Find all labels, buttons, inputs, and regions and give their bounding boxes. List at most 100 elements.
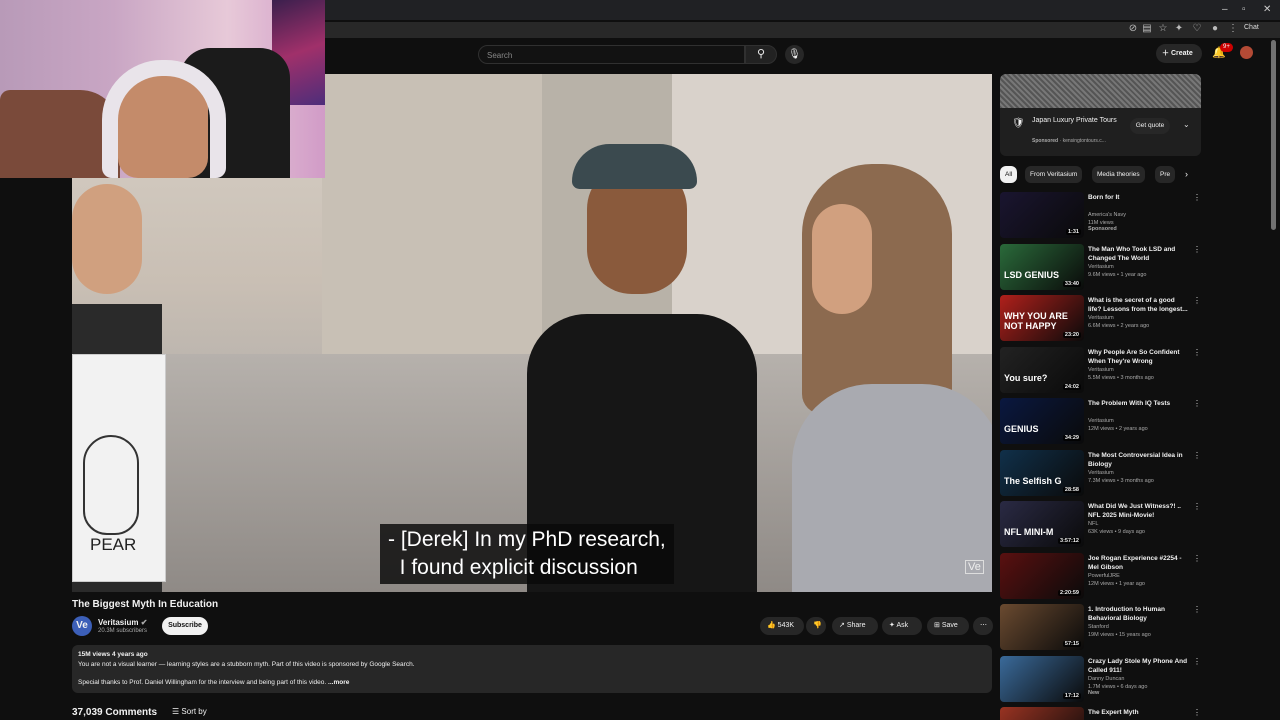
- recommendation-item[interactable]: GENIUS 34:29 The Problem With IQ Tests Veri…: [1000, 398, 1200, 446]
- recommendation-channel[interactable]: America's Navy: [1088, 212, 1126, 218]
- video-thumbnail[interactable]: You sure? 24:02: [1000, 346, 1084, 393]
- recommendation-channel[interactable]: Veritasium: [1088, 367, 1114, 373]
- chat-button[interactable]: Chat: [1244, 24, 1259, 31]
- recommendation-item[interactable]: 57:15 1. Introduction to Human Behavioral…: [1000, 604, 1200, 652]
- chevron-right-icon[interactable]: ›: [1185, 169, 1188, 179]
- recommendation-title[interactable]: Crazy Lady Stole My Phone And Called 911…: [1088, 657, 1188, 675]
- more-options-icon[interactable]: ⋮: [1193, 245, 1200, 254]
- recommendation-title[interactable]: Why People Are So Confident When They're…: [1088, 348, 1188, 366]
- more-options-icon[interactable]: ⋮: [1193, 502, 1200, 511]
- sidebar-ad[interactable]: 🛡 Japan Luxury Private Tours Sponsored ·…: [1000, 74, 1201, 156]
- comment-count: 37,039 Comments: [72, 707, 158, 718]
- chevron-down-icon[interactable]: ⌄: [1183, 120, 1190, 129]
- video-thumbnail[interactable]: WHY YOU ARE NOT HAPPY 23:20: [1000, 295, 1084, 341]
- recommendation-title[interactable]: What Did We Just Witness?! .. NFL 2025 M…: [1088, 502, 1188, 520]
- recommendation-title[interactable]: What is the secret of a good life? Lesso…: [1088, 296, 1188, 314]
- more-options-icon[interactable]: ⋮: [1193, 708, 1200, 717]
- recommendation-meta: 12M views • 1 year ago: [1088, 580, 1145, 587]
- video-thumbnail[interactable]: The Selfish G 28:58: [1000, 449, 1084, 496]
- recommendation-item[interactable]: WHY YOU ARE NOT HAPPY 23:20 What is the se…: [1000, 295, 1200, 343]
- create-button[interactable]: ＋ Create: [1156, 44, 1202, 63]
- chip-from-veritasium[interactable]: From Veritasium: [1025, 166, 1083, 183]
- recommendation-channel[interactable]: Veritasium: [1088, 470, 1114, 476]
- video-thumbnail[interactable]: GENIUS 34:29: [1000, 398, 1084, 444]
- recommendation-title[interactable]: The Man Who Took LSD and Changed The Wor…: [1088, 245, 1188, 263]
- more-options-icon[interactable]: ⋮: [1193, 605, 1200, 614]
- chip-media-theories[interactable]: Media theories: [1092, 166, 1145, 183]
- recommendation-channel[interactable]: Veritasium: [1088, 264, 1114, 270]
- show-more-link[interactable]: ...more: [328, 679, 349, 686]
- reader-icon[interactable]: ▤: [1140, 23, 1154, 34]
- channel-avatar[interactable]: Ve: [72, 616, 92, 636]
- recommendation-channel[interactable]: Veritasium: [1088, 418, 1114, 424]
- recommendation-title[interactable]: Born for It: [1088, 193, 1188, 202]
- video-thumbnail[interactable]: 17:12: [1000, 655, 1084, 702]
- scrollbar[interactable]: [1271, 40, 1276, 230]
- recommendation-title[interactable]: The Problem With IQ Tests: [1088, 399, 1188, 408]
- chip-more[interactable]: Pre: [1155, 166, 1176, 183]
- video-thumbnail[interactable]: 2:20:59: [1000, 552, 1084, 599]
- recommendation-item[interactable]: NFL MINI-M 3:57:12 What Did We Just Witnes…: [1000, 501, 1200, 549]
- sort-comments-button[interactable]: ☰ Sort by: [172, 707, 207, 716]
- recommendation-item[interactable]: You sure? 24:02 Why People Are So Confiden…: [1000, 346, 1200, 395]
- bookmark-icon[interactable]: ♡: [1190, 23, 1204, 34]
- account-avatar[interactable]: [1240, 46, 1253, 59]
- recommendation-title[interactable]: The Expert Myth: [1088, 708, 1188, 717]
- recommendation-item[interactable]: 17:12 Crazy Lady Stole My Phone And Calle…: [1000, 655, 1200, 704]
- subscribe-button[interactable]: Subscribe: [162, 617, 208, 635]
- recommendation-item[interactable]: 1:31 Born for It America's Navy 11M views Sp…: [1000, 192, 1200, 240]
- recommendation-title[interactable]: Joe Rogan Experience #2254 - Mel Gibson: [1088, 554, 1188, 572]
- recommendation-title[interactable]: 1. Introduction to Human Behavioral Biol…: [1088, 605, 1188, 623]
- video-thumbnail[interactable]: LSD GENIUS 33:40: [1000, 243, 1084, 290]
- recommendation-channel[interactable]: PowerfulJRE: [1088, 573, 1120, 579]
- recommendation-channel[interactable]: Stanford: [1088, 624, 1109, 630]
- more-options-icon[interactable]: ⋮: [1193, 554, 1200, 563]
- ask-button[interactable]: ✦ Ask: [882, 617, 922, 635]
- video-thumbnail[interactable]: NFL MINI-M 3:57:12: [1000, 501, 1084, 547]
- save-button[interactable]: ⊞ Save: [927, 617, 969, 635]
- video-title: The Biggest Myth In Education: [72, 599, 219, 610]
- recommendation-item[interactable]: 2:20:59 Joe Rogan Experience #2254 - Mel …: [1000, 552, 1200, 601]
- recommendation-channel[interactable]: Danny Duncan: [1088, 676, 1124, 682]
- close-icon[interactable]: ✕: [1263, 4, 1271, 15]
- channel-watermark[interactable]: Ve: [965, 560, 984, 574]
- extension-icon[interactable]: ⊘: [1126, 23, 1140, 34]
- search-button[interactable]: ⚲: [745, 45, 777, 64]
- more-options-icon[interactable]: ⋮: [1193, 399, 1200, 408]
- recommendation-item[interactable]: LSD GENIUS 33:40 The Man Who Took LSD and …: [1000, 243, 1200, 292]
- chip-all[interactable]: All: [1000, 166, 1018, 183]
- star-icon[interactable]: ☆: [1156, 23, 1170, 34]
- recommendation-title[interactable]: The Most Controversial Idea in Biology: [1088, 451, 1188, 469]
- like-button[interactable]: 👍 543K: [760, 617, 804, 635]
- recommendation-meta: 1.7M views • 6 days ago New: [1088, 683, 1148, 696]
- video-thumbnail[interactable]: 1:31: [1000, 192, 1084, 238]
- more-options-icon[interactable]: ⋮: [1193, 657, 1200, 666]
- more-options-icon[interactable]: ⋮: [1193, 451, 1200, 460]
- search-input[interactable]: Search: [478, 45, 745, 64]
- description-box[interactable]: 15M views 4 years ago You are not a visu…: [72, 645, 992, 693]
- recommendation-item[interactable]: The Expert Myth ⋮: [1000, 707, 1200, 720]
- channel-name[interactable]: Veritasium ✔: [98, 618, 147, 627]
- ad-banner-image: [1000, 74, 1201, 108]
- recommendation-item[interactable]: The Selfish G 28:58 The Most Controversial…: [1000, 449, 1200, 498]
- ad-cta-button[interactable]: Get quote: [1130, 118, 1170, 134]
- maximize-icon[interactable]: ▫: [1242, 4, 1246, 15]
- ad-title[interactable]: Japan Luxury Private Tours: [1032, 116, 1122, 126]
- recommendation-channel[interactable]: Veritasium: [1088, 315, 1114, 321]
- more-options-icon[interactable]: ⋮: [1193, 296, 1200, 305]
- dislike-button[interactable]: 👎: [806, 617, 826, 635]
- voice-search-button[interactable]: 🎙: [785, 45, 804, 64]
- share-button[interactable]: ↗ Share: [832, 617, 878, 635]
- minimize-icon[interactable]: –: [1222, 4, 1228, 15]
- more-icon: ⋯: [980, 622, 987, 629]
- pear-drawing: [83, 435, 139, 535]
- puzzle-icon[interactable]: ✦: [1172, 23, 1186, 34]
- more-options-icon[interactable]: ⋮: [1193, 193, 1200, 202]
- profile-icon[interactable]: ●: [1208, 23, 1222, 34]
- video-thumbnail[interactable]: [1000, 707, 1084, 720]
- more-options-icon[interactable]: ⋮: [1193, 348, 1200, 357]
- video-thumbnail[interactable]: 57:15: [1000, 604, 1084, 650]
- menu-icon[interactable]: ⋮: [1226, 23, 1240, 34]
- recommendation-channel[interactable]: NFL: [1088, 521, 1098, 527]
- more-actions-button[interactable]: ⋯: [973, 617, 993, 635]
